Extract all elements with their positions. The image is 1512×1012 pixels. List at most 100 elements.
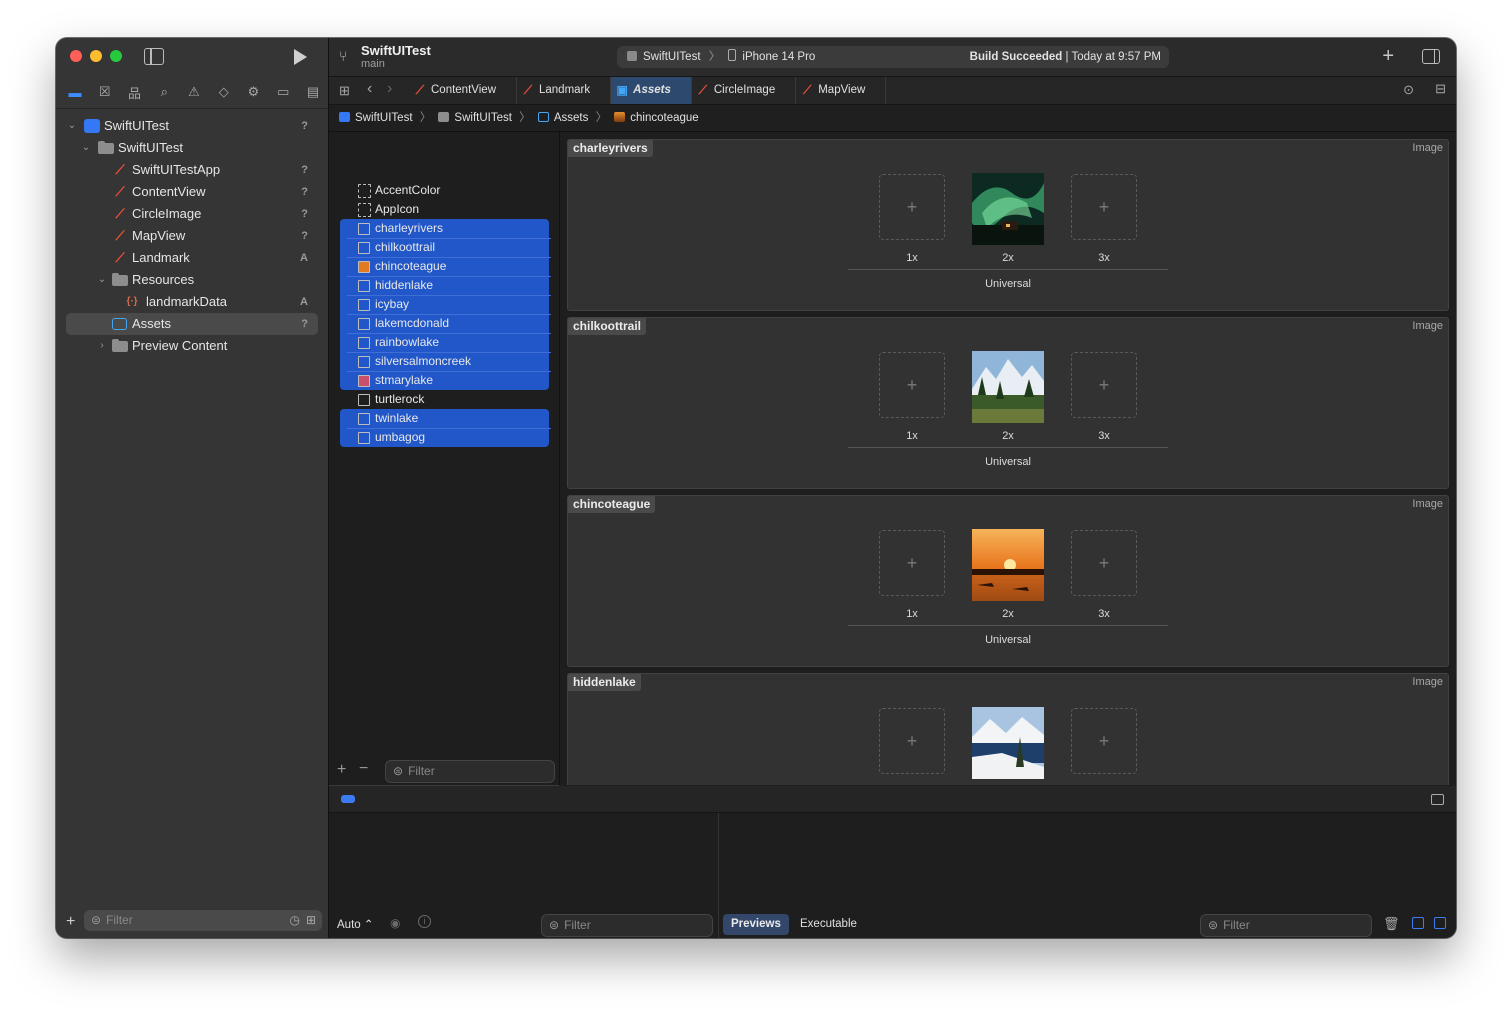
image-set-chilkoottrail[interactable]: chilkoottrail Image + + 1x 2x 3x Univers… [567, 317, 1449, 489]
image-slot-1x[interactable]: + [879, 530, 945, 596]
add-asset-icon[interactable]: + [337, 761, 346, 779]
tree-item-project[interactable]: ⌄ SwiftUITest ? [66, 115, 318, 137]
tree-item-file[interactable]: ⟋ Landmark A [66, 247, 318, 269]
asset-item-rainbowlake[interactable]: rainbowlake [340, 333, 548, 352]
inspector-toggle-icon[interactable] [1422, 49, 1440, 64]
maximize-debug-icon[interactable] [1431, 794, 1444, 805]
plus-icon: + [906, 731, 918, 751]
scheme-selector[interactable]: SwiftUITest 〉 iPhone 14 Pro [627, 46, 815, 68]
tab-label: ContentView [431, 84, 496, 96]
image-slot-1x[interactable]: + [879, 352, 945, 418]
tree-item-file[interactable]: ⟋ ContentView ? [66, 181, 318, 203]
navigator-filter-field[interactable]: ⊜ Filter ◷ ⊞ [84, 910, 322, 931]
variables-mode-select[interactable]: Auto ⌃ [337, 917, 374, 931]
add-icon[interactable]: + [1382, 45, 1394, 68]
breakpoint-tab-icon[interactable]: ▭ [272, 82, 294, 102]
image-slot-3x[interactable]: + [1071, 174, 1137, 240]
tab-landmark[interactable]: ⟋ Landmark [517, 77, 612, 104]
variables-filter-field[interactable]: ⊜ Filter [541, 914, 713, 937]
asset-item-umbagog[interactable]: umbagog [340, 428, 548, 447]
image-slot-3x[interactable]: + [1071, 530, 1137, 596]
asset-item-appicon[interactable]: AppIcon [340, 200, 548, 219]
tree-item-group[interactable]: ⌄ Resources [66, 269, 318, 291]
image-thumbnail-2x[interactable] [972, 351, 1044, 423]
back-icon[interactable]: ‹ [367, 80, 372, 98]
swift-file-icon: ⟋ [803, 83, 812, 97]
show-variables-icon[interactable] [1412, 917, 1424, 929]
chevron-down-icon[interactable]: ⌄ [96, 269, 108, 291]
tab-mapview[interactable]: ⟋ MapView [796, 77, 887, 104]
navigator-toggle-icon[interactable] [144, 48, 164, 65]
asset-item-charleyrivers[interactable]: charleyrivers [340, 219, 548, 238]
asset-item-chincoteague[interactable]: chincoteague [340, 257, 548, 276]
split-editor-icon[interactable]: ⊟ [1435, 81, 1446, 97]
asset-item-stmarylake[interactable]: stmarylake [340, 371, 548, 390]
image-thumbnail-2x[interactable] [972, 529, 1044, 601]
test-tab-icon[interactable]: ◇ [213, 82, 235, 102]
asset-item-lakemcdonald[interactable]: lakemcdonald [340, 314, 548, 333]
image-set-hiddenlake[interactable]: hiddenlake Image + + 1x 2x 3x [567, 673, 1449, 785]
console-filter-field[interactable]: ⊜ Filter [1200, 914, 1372, 937]
asset-item-twinlake[interactable]: twinlake [340, 409, 548, 428]
issue-tab-icon[interactable]: ⚠ [183, 82, 205, 102]
debug-area-toggle-icon[interactable] [341, 795, 355, 803]
asset-item-turtlerock[interactable]: turtlerock [340, 390, 548, 409]
scm-filter-icon[interactable]: ⊞ [306, 910, 316, 931]
info-icon[interactable]: i [418, 915, 431, 928]
chevron-down-icon[interactable]: ⌄ [66, 115, 78, 137]
image-thumbnail-2x[interactable] [972, 173, 1044, 245]
asset-item-accentcolor[interactable]: AccentColor [340, 181, 548, 200]
trash-icon[interactable]: 🗑 [1383, 916, 1400, 932]
recent-files-icon[interactable]: ◷ [290, 910, 300, 931]
image-set-chincoteague[interactable]: chincoteague Image + + 1x 2x 3x Universa… [567, 495, 1449, 667]
project-navigator-tab-icon[interactable]: ▬ [64, 82, 86, 102]
asset-item-hiddenlake[interactable]: hiddenlake [340, 276, 548, 295]
source-control-tab-icon[interactable]: ☒ [94, 82, 116, 102]
image-thumbnail-2x[interactable] [972, 707, 1044, 779]
breadcrumb-assets[interactable]: Assets [537, 112, 588, 124]
segment-executable[interactable]: Executable [800, 914, 857, 935]
asset-item-chilkoottrail[interactable]: chilkoottrail [340, 238, 548, 257]
image-slot-1x[interactable]: + [879, 708, 945, 774]
breadcrumb-project[interactable]: SwiftUITest [339, 112, 413, 124]
tree-item-group[interactable]: › Preview Content [66, 335, 318, 357]
image-slot-1x[interactable]: + [879, 174, 945, 240]
tree-item-file-selected[interactable]: Assets ? [66, 313, 318, 335]
asset-item-icybay[interactable]: icybay [340, 295, 548, 314]
tab-assets[interactable]: ▣ Assets [611, 77, 692, 104]
forward-icon[interactable]: › [387, 80, 392, 98]
tree-item-file[interactable]: ⟋ MapView ? [66, 225, 318, 247]
remove-asset-icon[interactable]: − [359, 760, 368, 778]
eye-icon[interactable]: ◉ [390, 916, 400, 930]
add-icon[interactable]: + [66, 913, 75, 931]
asset-filter-field[interactable]: ⊜ Filter [385, 760, 555, 783]
editor-options-icon[interactable]: ⊙ [1403, 82, 1414, 98]
debug-tab-icon[interactable]: ⚙ [243, 82, 265, 102]
minimize-button[interactable] [90, 50, 102, 62]
image-slot-3x[interactable]: + [1071, 352, 1137, 418]
symbol-tab-icon[interactable]: 品 [124, 82, 146, 102]
related-items-icon[interactable]: ⊞ [339, 83, 350, 99]
tree-item-file[interactable]: ⟋ SwiftUITestApp ? [66, 159, 318, 181]
segment-previews[interactable]: Previews [723, 914, 789, 935]
show-console-icon[interactable] [1434, 917, 1446, 929]
branch-name[interactable]: main [361, 58, 385, 70]
close-button[interactable] [70, 50, 82, 62]
chevron-down-icon[interactable]: ⌄ [80, 137, 92, 159]
tab-circleimage[interactable]: ⟋ CircleImage [692, 77, 797, 104]
run-destination[interactable]: iPhone 14 Pro [742, 51, 815, 63]
tree-item-group[interactable]: ⌄ SwiftUITest [66, 137, 318, 159]
asset-item-silversalmoncreek[interactable]: silversalmoncreek [340, 352, 548, 371]
run-icon[interactable] [294, 49, 307, 65]
tab-contentview[interactable]: ⟋ ContentView [409, 77, 517, 104]
breadcrumb-imageset[interactable]: chincoteague [614, 112, 699, 124]
chevron-right-icon[interactable]: › [96, 335, 108, 357]
tree-item-file[interactable]: ⟋ CircleImage ? [66, 203, 318, 225]
report-tab-icon[interactable]: ▤ [302, 82, 324, 102]
search-tab-icon[interactable]: ⌕ [153, 82, 175, 102]
image-slot-3x[interactable]: + [1071, 708, 1137, 774]
tree-item-file[interactable]: {·} landmarkData A [66, 291, 318, 313]
zoom-button[interactable] [110, 50, 122, 62]
breadcrumb-group[interactable]: SwiftUITest [438, 112, 512, 124]
image-set-charleyrivers[interactable]: charleyrivers Image + + 1x 2x 3x Univers… [567, 139, 1449, 311]
